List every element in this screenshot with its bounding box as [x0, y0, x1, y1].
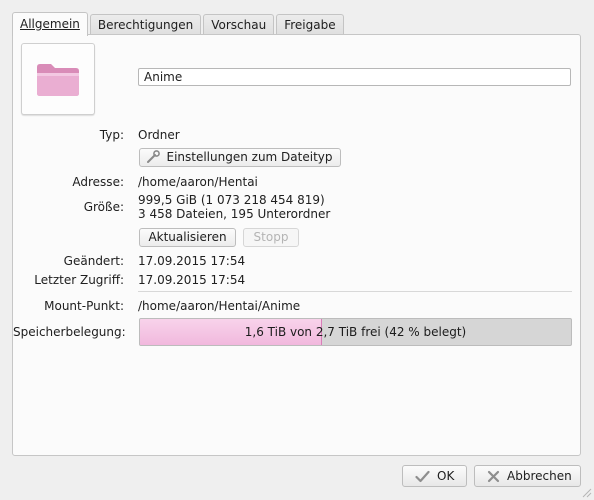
ok-label: OK	[437, 469, 455, 483]
wrench-icon	[147, 150, 161, 163]
modified-label: Geändert:	[63, 254, 124, 268]
address-value: /home/aaron/Hentai	[138, 175, 258, 189]
accessed-value: 17.09.2015 17:54	[138, 273, 246, 287]
stop-button[interactable]: Stopp	[243, 228, 299, 247]
resize-grip-icon[interactable]	[582, 488, 592, 498]
ok-button[interactable]: OK	[402, 465, 467, 487]
stop-label: Stopp	[253, 230, 289, 244]
folder-name-field[interactable]	[138, 68, 571, 86]
tab-label: Berechtigungen	[97, 18, 194, 32]
separator	[138, 291, 572, 292]
storage-usage-bar: 1,6 TiB von 2,7 TiB frei (42 % belegt)	[139, 318, 572, 346]
folder-icon-button[interactable]	[21, 43, 95, 115]
tab-freigabe[interactable]: Freigabe	[276, 14, 344, 36]
tab-bar: Allgemein Berechtigungen Vorschau Freiga…	[12, 12, 346, 36]
address-label: Adresse:	[72, 175, 124, 189]
tab-label: Vorschau	[211, 18, 267, 32]
mount-point-label: Mount-Punkt:	[44, 299, 124, 313]
folder-icon	[37, 64, 79, 96]
cancel-button[interactable]: Abbrechen	[474, 465, 581, 487]
checkmark-icon	[415, 470, 430, 483]
tab-label: Allgemein	[20, 17, 80, 31]
type-label: Typ:	[99, 128, 124, 142]
filetype-settings-button[interactable]: Einstellungen zum Dateityp	[139, 148, 341, 167]
general-tab-panel: Typ: Ordner Einstellungen zum Dateityp A…	[12, 34, 581, 456]
storage-usage-text: 1,6 TiB von 2,7 TiB frei (42 % belegt)	[244, 325, 467, 339]
mount-point-value: /home/aaron/Hentai/Anime	[138, 299, 301, 313]
accessed-label: Letzter Zugriff:	[34, 273, 124, 287]
type-value: Ordner	[138, 128, 180, 142]
modified-value: 17.09.2015 17:54	[138, 254, 246, 268]
tab-label: Freigabe	[284, 18, 336, 32]
cancel-x-icon	[487, 470, 500, 483]
refresh-button[interactable]: Aktualisieren	[139, 228, 236, 247]
filetype-settings-label: Einstellungen zum Dateityp	[166, 150, 333, 164]
size-counts: 3 458 Dateien, 195 Unterordner	[138, 207, 331, 221]
refresh-label: Aktualisieren	[148, 230, 227, 244]
size-value: 999,5 GiB (1 073 218 454 819)	[138, 193, 325, 207]
tab-vorschau[interactable]: Vorschau	[203, 14, 275, 36]
tab-berechtigungen[interactable]: Berechtigungen	[89, 14, 202, 36]
tab-allgemein[interactable]: Allgemein	[12, 12, 88, 36]
size-label: Größe:	[83, 200, 124, 214]
storage-label: Speicherbelegung:	[13, 325, 126, 339]
cancel-label: Abbrechen	[507, 469, 572, 483]
